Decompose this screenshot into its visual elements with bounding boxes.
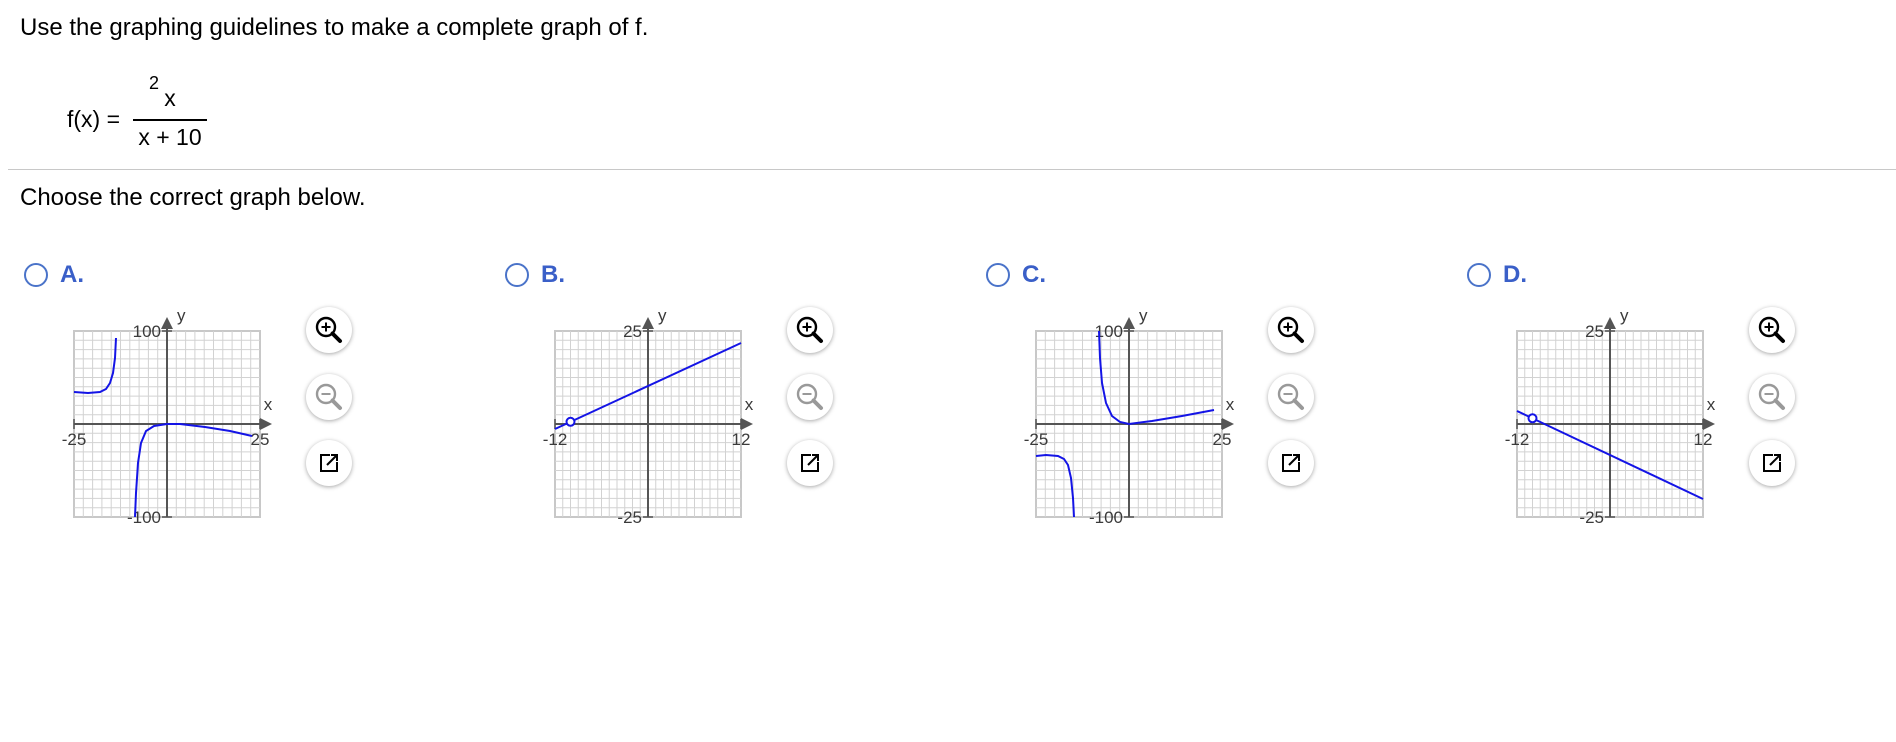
- x-min-tick-label: -25: [62, 430, 87, 449]
- zoom-in-icon: [796, 316, 823, 343]
- option-b[interactable]: B. x y -12 12 25 -25: [481, 258, 961, 528]
- axes: [74, 327, 264, 517]
- x-min-tick-label: -12: [543, 430, 568, 449]
- x-axis-label: x: [1226, 395, 1235, 414]
- x-max-tick-label: 25: [1213, 430, 1232, 449]
- zoom-in-icon: [1758, 316, 1785, 343]
- zoom-in-icon: [1277, 316, 1304, 343]
- zoom-out-icon: [1758, 383, 1785, 410]
- x-axis-label: x: [1707, 395, 1716, 414]
- hole-point: [1527, 413, 1538, 424]
- y-max-tick-label: 100: [133, 322, 161, 341]
- zoom-in-button[interactable]: [787, 307, 833, 353]
- x-max-tick-label: 12: [1694, 430, 1713, 449]
- zoom-out-button[interactable]: [306, 374, 352, 420]
- y-min-tick-label: -100: [1089, 508, 1123, 527]
- y-min-tick-label: -100: [127, 508, 161, 527]
- zoom-in-button[interactable]: [1268, 307, 1314, 353]
- popout-button[interactable]: [1268, 440, 1314, 486]
- prompt-text: Choose the correct graph below.: [20, 184, 366, 211]
- curve-left-branch: [73, 337, 117, 395]
- axes: [555, 327, 745, 517]
- y-axis-label: y: [177, 306, 186, 325]
- zoom-in-icon: [315, 316, 342, 343]
- y-axis-label: y: [1620, 306, 1629, 325]
- x-max-tick-label: 12: [732, 430, 751, 449]
- popout-button[interactable]: [1749, 440, 1795, 486]
- y-max-tick-label: 25: [1585, 322, 1604, 341]
- x-axis-arrow: [741, 418, 753, 430]
- option-c-graph: x y -25 25 100 -100: [1024, 306, 1235, 527]
- y-axis-label: y: [658, 306, 667, 325]
- hole-point: [565, 416, 576, 427]
- zoom-out-icon: [315, 383, 342, 410]
- zoom-out-button[interactable]: [787, 374, 833, 420]
- option-b-radio[interactable]: [505, 263, 529, 287]
- popout-icon: [1763, 454, 1781, 472]
- function-label: f(x) =: [67, 106, 121, 132]
- y-max-tick-label: 25: [623, 322, 642, 341]
- option-d-graph: x y -12 12 25 -25: [1505, 306, 1716, 527]
- x-max-tick-label: 25: [251, 430, 270, 449]
- zoom-in-button[interactable]: [1749, 307, 1795, 353]
- option-a-graph: x y -25 25 100 -100: [62, 306, 273, 527]
- y-axis-arrow: [642, 317, 654, 329]
- x-axis-label: x: [745, 395, 754, 414]
- option-b-letter: B.: [541, 261, 565, 288]
- x-min-tick-label: -12: [1505, 430, 1530, 449]
- y-axis-arrow: [161, 317, 173, 329]
- option-a[interactable]: A. x y -25 25 100 -100: [0, 258, 480, 528]
- x-axis-arrow: [1703, 418, 1715, 430]
- section-divider: [8, 169, 1896, 170]
- zoom-out-icon: [796, 383, 823, 410]
- option-d-radio[interactable]: [1467, 263, 1491, 287]
- option-d[interactable]: D. x y -12 12 25 -25: [1443, 258, 1896, 528]
- popout-button[interactable]: [306, 440, 352, 486]
- zoom-out-button[interactable]: [1749, 374, 1795, 420]
- numerator-base: x: [164, 85, 176, 111]
- popout-icon: [320, 454, 338, 472]
- x-axis-arrow: [1222, 418, 1234, 430]
- numerator-exponent: 2: [149, 73, 160, 93]
- option-a-letter: A.: [60, 261, 84, 288]
- fraction-denominator: x + 10: [138, 124, 202, 150]
- option-c-radio[interactable]: [986, 263, 1010, 287]
- axes: [1036, 327, 1226, 517]
- option-a-radio[interactable]: [24, 263, 48, 287]
- y-axis-arrow: [1604, 317, 1616, 329]
- option-c-letter: C.: [1022, 261, 1046, 288]
- function-fraction: x2 x + 10: [133, 70, 207, 152]
- x-min-tick-label: -25: [1024, 430, 1049, 449]
- x-axis-arrow: [260, 418, 272, 430]
- fraction-numerator: x2: [133, 73, 207, 112]
- y-min-tick-label: -25: [1579, 508, 1604, 527]
- option-c[interactable]: C. x y -25 25 100 -100: [962, 258, 1442, 528]
- zoom-in-button[interactable]: [306, 307, 352, 353]
- y-min-tick-label: -25: [617, 508, 642, 527]
- x-axis-label: x: [264, 395, 273, 414]
- zoom-out-icon: [1277, 383, 1304, 410]
- fraction-bar: [133, 119, 207, 121]
- popout-button[interactable]: [787, 440, 833, 486]
- option-d-letter: D.: [1503, 261, 1527, 288]
- y-axis-arrow: [1123, 317, 1135, 329]
- popout-icon: [1282, 454, 1300, 472]
- popout-icon: [801, 454, 819, 472]
- y-axis-label: y: [1139, 306, 1148, 325]
- zoom-out-button[interactable]: [1268, 374, 1314, 420]
- option-b-graph: x y -12 12 25 -25: [543, 306, 754, 527]
- instruction-text: Use the graphing guidelines to make a co…: [20, 14, 649, 41]
